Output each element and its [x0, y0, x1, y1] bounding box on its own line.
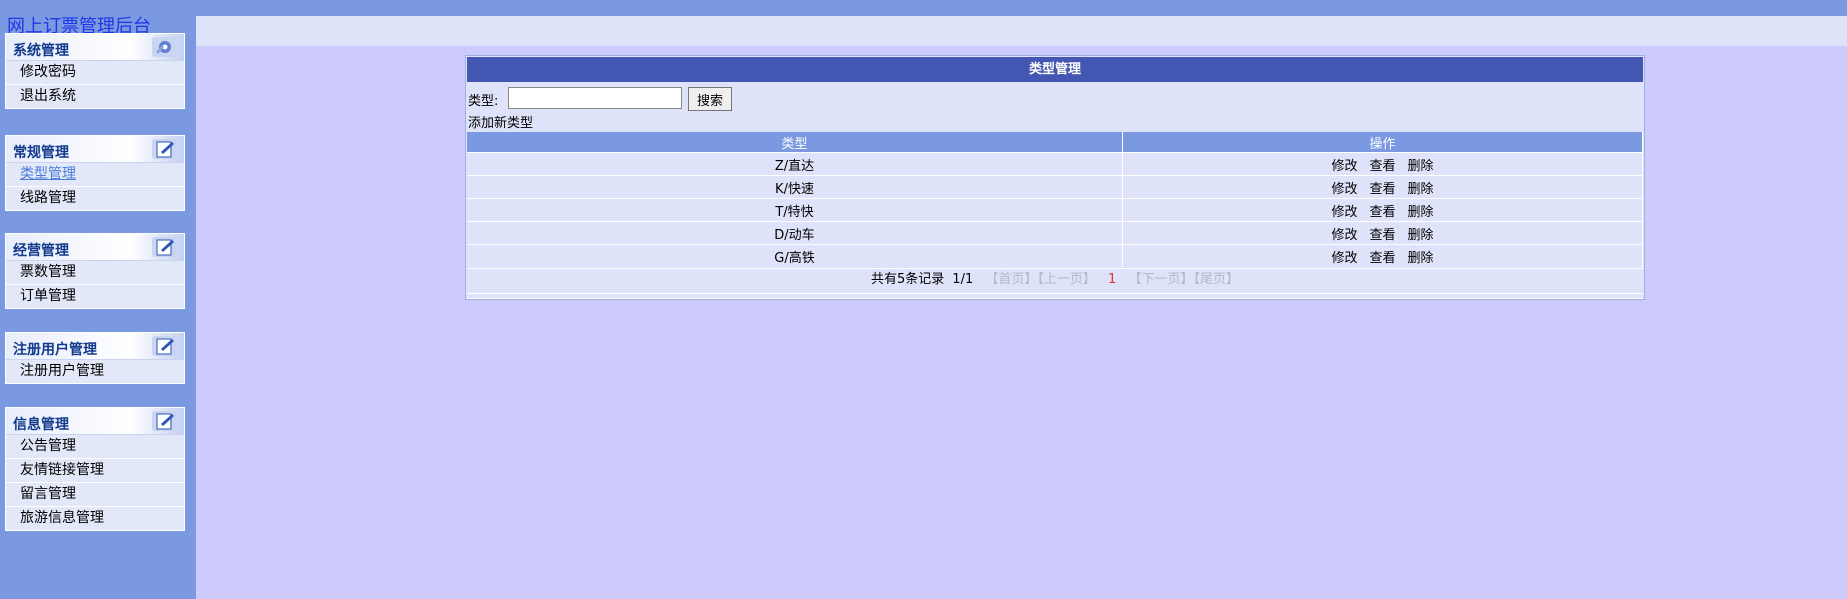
top-bar	[196, 16, 1847, 46]
view-link[interactable]: 查看	[1369, 228, 1395, 243]
table-row: D/动车 修改 查看 删除	[467, 221, 1643, 245]
record-count: 共有5条记录	[871, 272, 945, 287]
sidebar-item-announcements[interactable]: 公告管理	[6, 435, 184, 459]
panel-title: 信息管理	[13, 417, 69, 433]
edit-note-icon	[152, 411, 178, 431]
delete-link[interactable]: 删除	[1408, 251, 1434, 266]
panel-title: 常规管理	[13, 145, 69, 161]
top-band	[0, 0, 1847, 16]
panel-registered-users: 注册用户管理 注册用户管理	[5, 332, 185, 384]
search-label: 类型:	[468, 94, 499, 109]
actions-cell: 修改 查看 删除	[1122, 221, 1643, 245]
sidebar-item-order-management[interactable]: 订单管理	[6, 285, 184, 308]
prev-page-link[interactable]: 【上一页】	[1037, 272, 1096, 287]
panel-routine: 常规管理 类型管理 线路管理	[5, 135, 185, 211]
table-row: G/高铁 修改 查看 删除	[467, 244, 1643, 267]
sidebar-item-change-password[interactable]: 修改密码	[6, 61, 184, 85]
table-row: K/快速 修改 查看 删除	[467, 175, 1643, 199]
edit-link[interactable]: 修改	[1331, 228, 1357, 243]
actions-cell: 修改 查看 删除	[1122, 175, 1643, 199]
sidebar: 网上订票管理后台 系统管理 修改密码 退出系统 常规管理 类型管理 线路管理 经…	[0, 0, 196, 599]
panel-information: 信息管理 公告管理 友情链接管理 留言管理 旅游信息管理	[5, 407, 185, 531]
sidebar-item-ticket-count[interactable]: 票数管理	[6, 261, 184, 285]
type-cell: Z/直达	[467, 152, 1123, 176]
panel-header[interactable]: 注册用户管理	[6, 333, 184, 360]
sidebar-item-registered-users[interactable]: 注册用户管理	[6, 360, 184, 383]
table-row: T/特快 修改 查看 删除	[467, 198, 1643, 222]
type-cell: D/动车	[467, 221, 1123, 245]
delete-link[interactable]: 删除	[1408, 182, 1434, 197]
content-panel: 类型管理 类型: 搜索 添加新类型 类型 操作 Z/直达 修改 查看 删除 K/快速…	[465, 55, 1645, 300]
panel-business: 经营管理 票数管理 订单管理	[5, 233, 185, 309]
edit-link[interactable]: 修改	[1331, 205, 1357, 220]
panel-header[interactable]: 常规管理	[6, 136, 184, 163]
search-button[interactable]: 搜索	[688, 87, 732, 111]
actions-cell: 修改 查看 删除	[1122, 152, 1643, 176]
sidebar-item-travel-info[interactable]: 旅游信息管理	[6, 507, 184, 530]
view-link[interactable]: 查看	[1369, 159, 1395, 174]
add-type-link[interactable]: 添加新类型	[468, 112, 533, 131]
edit-link[interactable]: 修改	[1331, 251, 1357, 266]
view-link[interactable]: 查看	[1369, 182, 1395, 197]
table-row: Z/直达 修改 查看 删除	[467, 152, 1643, 176]
panel-title: 经营管理	[13, 243, 69, 259]
sidebar-item-logout[interactable]: 退出系统	[6, 85, 184, 108]
search-input[interactable]	[508, 87, 682, 109]
page-info: 1/1	[952, 272, 974, 287]
panel-header[interactable]: 信息管理	[6, 408, 184, 435]
type-table: 类型 操作 Z/直达 修改 查看 删除 K/快速 修改 查看 删除 T/特快 修改 查看删…	[467, 132, 1643, 267]
settings-gear-icon	[152, 37, 178, 57]
table-footer	[467, 293, 1643, 299]
type-cell: T/特快	[467, 198, 1123, 222]
panel-title: 注册用户管理	[13, 342, 97, 358]
panel-header[interactable]: 系统管理	[6, 34, 184, 61]
next-page-link[interactable]: 【下一页】	[1128, 272, 1193, 287]
type-cell: K/快速	[467, 175, 1123, 199]
edit-link[interactable]: 修改	[1331, 182, 1357, 197]
type-cell: G/高铁	[467, 244, 1123, 267]
actions-cell: 修改 查看 删除	[1122, 198, 1643, 222]
sidebar-item-friend-links[interactable]: 友情链接管理	[6, 459, 184, 483]
edit-link[interactable]: 修改	[1331, 159, 1357, 174]
delete-link[interactable]: 删除	[1408, 159, 1434, 174]
current-page[interactable]: 1	[1108, 272, 1116, 287]
sidebar-item-route-management[interactable]: 线路管理	[6, 187, 184, 210]
panel-header[interactable]: 经营管理	[6, 234, 184, 261]
column-header-actions: 操作	[1122, 132, 1643, 153]
edit-note-icon	[152, 237, 178, 257]
first-page-link[interactable]: 【首页】	[985, 272, 1037, 287]
table-header-row: 类型 操作	[467, 132, 1643, 153]
edit-note-icon	[152, 336, 178, 356]
sidebar-item-messages[interactable]: 留言管理	[6, 483, 184, 507]
delete-link[interactable]: 删除	[1408, 228, 1434, 243]
sidebar-item-type-management[interactable]: 类型管理	[6, 163, 184, 187]
panel-system: 系统管理 修改密码 退出系统	[5, 33, 185, 109]
edit-note-icon	[152, 139, 178, 159]
view-link[interactable]: 查看	[1369, 251, 1395, 266]
delete-link[interactable]: 删除	[1408, 205, 1434, 220]
panel-title: 系统管理	[13, 43, 69, 59]
view-link[interactable]: 查看	[1369, 205, 1395, 220]
content-title: 类型管理	[467, 57, 1643, 82]
actions-cell: 修改 查看 删除	[1122, 244, 1643, 267]
pagination: 共有5条记录 1/1 【首页】【上一页】 1 【下一页】【尾页】	[467, 268, 1643, 291]
last-page-link[interactable]: 【尾页】	[1193, 272, 1239, 287]
column-header-type: 类型	[467, 132, 1123, 153]
